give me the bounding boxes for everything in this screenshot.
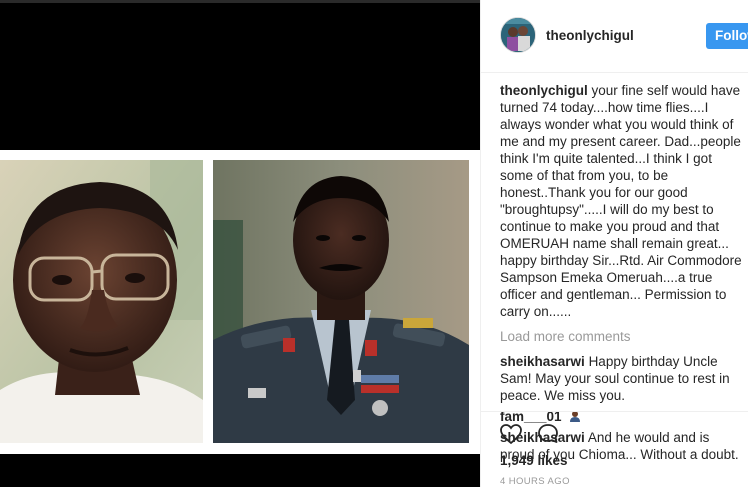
post-header: theonlychigul Follow xyxy=(481,0,748,73)
comments-list: theonlychigul your fine self would have … xyxy=(500,82,745,467)
caption-text: your fine self would have turned 74 toda… xyxy=(500,83,742,319)
comment-item: sheikhasarwi Happy birthday Uncle Sam! M… xyxy=(500,353,745,404)
photo-officer-uniform xyxy=(213,160,469,443)
comment-username-link[interactable]: sheikhasarwi xyxy=(500,354,585,369)
load-more-comments-link[interactable]: Load more comments xyxy=(500,328,745,345)
post-actions: 1,949 likes 4 HOURS AGO xyxy=(481,411,748,487)
post-timestamp[interactable]: 4 HOURS AGO xyxy=(500,476,570,487)
photo-elderly-man xyxy=(0,160,203,443)
media-top-strip xyxy=(0,0,480,3)
post-media[interactable] xyxy=(0,0,480,487)
photo-collage xyxy=(0,150,480,454)
header-username-link[interactable]: theonlychigul xyxy=(546,28,634,43)
comment-bubble-icon[interactable] xyxy=(536,422,560,446)
post-caption: theonlychigul your fine self would have … xyxy=(500,82,745,320)
heart-icon[interactable] xyxy=(499,422,523,446)
post-side-panel: theonlychigul Follow theonlychigul your … xyxy=(480,0,748,487)
follow-button[interactable]: Follow xyxy=(706,23,748,49)
caption-username-link[interactable]: theonlychigul xyxy=(500,83,588,98)
avatar[interactable] xyxy=(500,17,536,53)
likes-count[interactable]: 1,949 likes xyxy=(500,453,568,468)
